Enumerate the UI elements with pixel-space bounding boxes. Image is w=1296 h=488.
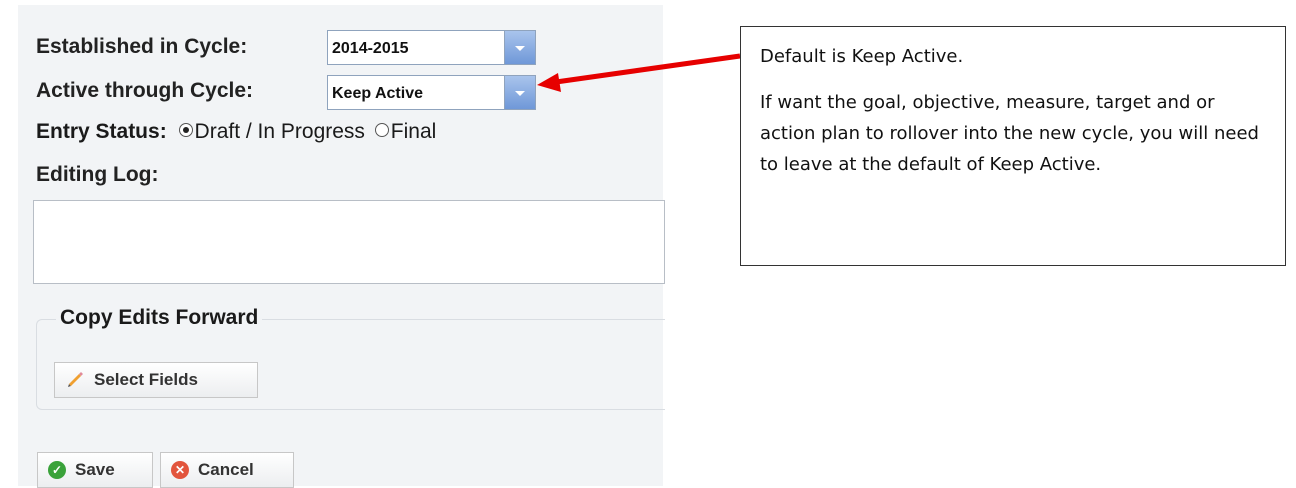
callout-line-1: Default is Keep Active. (760, 46, 964, 67)
callout-arrowhead (537, 73, 561, 92)
callout-arrow-line (555, 53, 741, 85)
callout-line-2: If want the goal, objective, measure, ta… (760, 92, 1259, 175)
callout-box: Default is Keep Active. If want the goal… (740, 26, 1286, 266)
